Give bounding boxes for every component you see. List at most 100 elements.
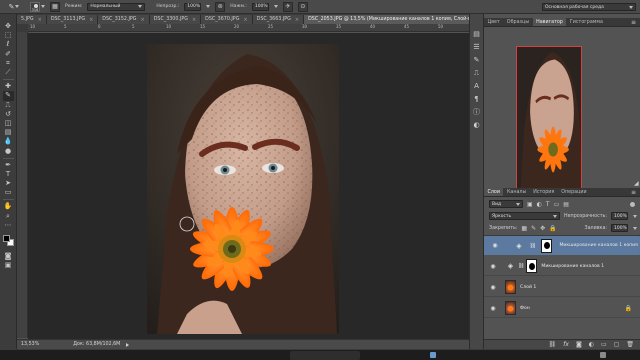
flow-field[interactable]: 100% xyxy=(251,2,269,11)
opacity-field[interactable]: 100% xyxy=(184,2,202,11)
filter-type-icon[interactable]: T xyxy=(546,201,550,208)
document-tab[interactable]: DSC_3670.JPG × xyxy=(201,15,253,24)
shape-tool-icon[interactable]: ▭ xyxy=(3,188,14,197)
more-tools-icon[interactable]: ⋯ xyxy=(3,221,14,230)
layers-group-tab[interactable]: История xyxy=(530,188,558,196)
layer-style-icon[interactable]: fx xyxy=(563,341,569,348)
panel-resize-icon[interactable]: ◢ xyxy=(634,180,639,187)
adjustments-panel-icon[interactable]: ◐ xyxy=(472,121,481,129)
layer-name[interactable]: Микширование каналов 1 копия xyxy=(559,243,637,248)
filter-smart-icon[interactable]: ▤ xyxy=(563,201,569,208)
quick-select-tool-icon[interactable]: ✐ xyxy=(3,50,14,59)
layer-name[interactable]: Фон xyxy=(520,306,530,311)
document-tab[interactable]: DSC_3113.JPG × xyxy=(46,15,99,24)
paragraph-panel-icon[interactable]: ¶ xyxy=(472,95,481,103)
blur-tool-icon[interactable]: 💧 xyxy=(3,137,14,146)
panel-menu-icon[interactable]: ≡ xyxy=(631,189,636,196)
lock-position-icon[interactable]: ✥ xyxy=(540,225,545,232)
link-layers-icon[interactable]: ⛓ xyxy=(549,341,557,348)
fill-field[interactable]: 100% xyxy=(611,224,628,232)
history-panel-icon[interactable]: ▤ xyxy=(472,30,481,38)
ruler-origin[interactable] xyxy=(17,24,28,32)
layer-row[interactable]: ◉ ◈ ⛓ Микширование каналов 1 копия xyxy=(484,236,640,255)
clone-source-icon[interactable]: ⎍ xyxy=(472,69,481,77)
add-mask-icon[interactable]: ◙ xyxy=(576,341,582,348)
screen-mode-icon[interactable]: ▣ xyxy=(3,261,14,270)
healing-brush-tool-icon[interactable]: ✚ xyxy=(3,82,14,91)
lock-transparent-icon[interactable]: ▦ xyxy=(521,225,527,232)
document-tab[interactable]: DSC_3152.JPG × xyxy=(98,15,150,24)
new-layer-icon[interactable]: ▢ xyxy=(614,341,620,348)
crop-tool-icon[interactable]: ⌗ xyxy=(3,59,14,68)
brush-panel-icon[interactable]: ✎ xyxy=(472,56,481,64)
zoom-tool-icon[interactable]: ⌕ xyxy=(3,212,14,221)
type-tool-icon[interactable]: T xyxy=(3,170,14,179)
pressure-size-button[interactable]: ⊙ xyxy=(297,1,308,12)
navigator-group-tab[interactable]: Навигатор xyxy=(532,18,567,26)
eyedropper-tool-icon[interactable]: ⟋ xyxy=(3,68,14,77)
filter-toggle-icon[interactable] xyxy=(630,201,635,207)
marquee-tool-icon[interactable]: ⬚ xyxy=(3,31,14,40)
path-selection-tool-icon[interactable]: ➤ xyxy=(3,179,14,188)
filter-adjustment-icon[interactable]: ◐ xyxy=(537,201,542,208)
blend-mode-select[interactable]: Яркость xyxy=(489,212,560,220)
navigator-group-tab[interactable]: Гистограмма xyxy=(566,18,606,26)
layer-row[interactable]: ◉ Слой 1 xyxy=(484,278,640,297)
close-tab-icon[interactable]: × xyxy=(192,17,196,23)
current-tool-brush[interactable]: ✎ xyxy=(3,1,25,12)
move-tool-icon[interactable]: ✥ xyxy=(3,22,14,31)
new-group-icon[interactable]: ▭ xyxy=(601,341,607,348)
close-tab-icon[interactable]: × xyxy=(141,17,145,23)
zoom-level[interactable]: 13,53% xyxy=(21,342,39,347)
dock-app-icon[interactable] xyxy=(430,352,436,358)
close-tab-icon[interactable]: × xyxy=(89,17,93,23)
dock-apps[interactable] xyxy=(290,351,360,360)
panel-menu-icon[interactable]: ≡ xyxy=(631,19,636,26)
visibility-eye-icon[interactable]: ◉ xyxy=(489,305,497,312)
foreground-color-swatch[interactable] xyxy=(2,234,10,242)
color-swatches[interactable] xyxy=(2,234,15,248)
mask-link-icon[interactable]: ⛓ xyxy=(530,243,536,249)
horizontal-ruler[interactable]: 10 5 0 5 10 15 20 25 30 35 40 45 50 xyxy=(28,24,469,32)
navigator-preview[interactable] xyxy=(516,46,582,191)
history-brush-tool-icon[interactable]: ↺ xyxy=(3,110,14,119)
new-adjustment-icon[interactable]: ◐ xyxy=(589,341,594,348)
mask-link-icon[interactable]: ⛓ xyxy=(518,263,524,269)
layer-opacity-field[interactable]: 100% xyxy=(611,212,628,220)
flow-slider-arrow-icon[interactable] xyxy=(273,5,278,8)
lock-all-icon[interactable]: 🔒 xyxy=(549,225,556,232)
pen-tool-icon[interactable]: ✒ xyxy=(3,161,14,170)
document-image[interactable] xyxy=(147,44,339,334)
visibility-eye-icon[interactable]: ◉ xyxy=(491,242,499,249)
close-tab-icon[interactable]: × xyxy=(295,17,299,23)
document-tab[interactable]: 5.JPG × xyxy=(17,15,47,24)
eraser-tool-icon[interactable]: ◫ xyxy=(3,119,14,128)
mode-select[interactable]: Нормальный xyxy=(87,2,146,11)
hand-tool-icon[interactable]: ✋ xyxy=(3,202,14,211)
properties-panel-icon[interactable]: ☰ xyxy=(472,43,481,51)
workspace-select[interactable]: Основная рабочая среда xyxy=(542,3,636,11)
brush-preset-picker[interactable]: 316 xyxy=(30,1,45,12)
document-tab[interactable]: DSC_3663.JPG × xyxy=(252,15,305,24)
lock-pixels-icon[interactable]: ✎ xyxy=(531,225,536,232)
layers-group-tab[interactable]: Каналы xyxy=(503,188,529,196)
status-menu-arrow-icon[interactable] xyxy=(126,342,131,347)
document-tab[interactable]: DSC_2053.JPG @ 13,5% (Микширование канал… xyxy=(304,15,469,24)
vertical-ruler[interactable] xyxy=(17,32,28,338)
layer-row[interactable]: ◉ ◈ ⛓ Микширование каналов 1 xyxy=(484,257,640,276)
filter-shape-icon[interactable]: ▭ xyxy=(554,201,560,208)
layers-group-tab[interactable]: Слои xyxy=(484,188,504,196)
layer-row[interactable]: ◉ Фон 🔒 xyxy=(484,299,640,318)
brush-tool-icon[interactable]: ✎ xyxy=(2,91,14,101)
navigator-group-tab[interactable]: Образцы xyxy=(503,18,532,26)
navigator-group-tab[interactable]: Цвет xyxy=(484,18,503,26)
character-panel-icon[interactable]: A xyxy=(472,82,481,90)
fill-arrow-icon[interactable] xyxy=(633,226,637,230)
airbrush-button[interactable]: ✈ xyxy=(282,1,293,12)
opacity-slider-arrow-icon[interactable] xyxy=(206,5,211,8)
lasso-tool-icon[interactable]: ℓ xyxy=(3,40,14,49)
dodge-tool-icon[interactable]: ● xyxy=(3,146,14,155)
layer-mask-thumbnail[interactable] xyxy=(526,259,538,273)
layer-name[interactable]: Слой 1 xyxy=(520,285,536,290)
info-panel-icon[interactable]: ⓘ xyxy=(472,108,481,116)
